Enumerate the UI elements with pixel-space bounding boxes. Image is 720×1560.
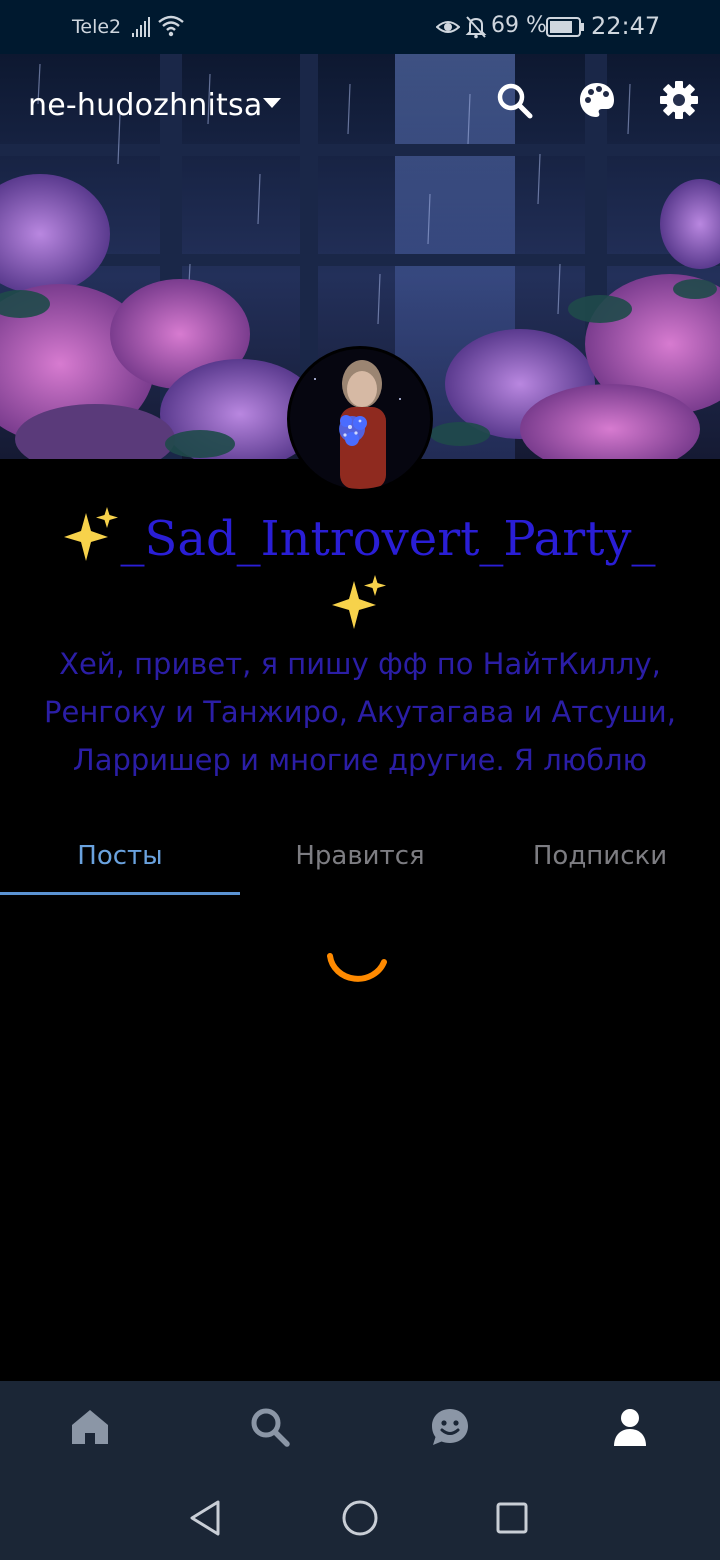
- chat-icon[interactable]: [429, 1406, 471, 1448]
- home-circle-icon[interactable]: [340, 1498, 380, 1538]
- profile-title: _Sad_Introvert_Party_: [30, 505, 690, 641]
- account-icon[interactable]: [609, 1406, 651, 1448]
- search-icon[interactable]: [494, 80, 534, 120]
- sparkles-icon: [332, 575, 386, 629]
- loading-spinner: [327, 953, 387, 982]
- profile-description: Хей, привет, я пишу фф по НайтКиллу, Рен…: [40, 640, 680, 784]
- wifi-icon: [158, 15, 184, 37]
- settings-icon[interactable]: [659, 80, 699, 120]
- status-bar: Tele2 69 % 22:47: [0, 0, 720, 54]
- signal-icon: [132, 17, 150, 37]
- description-line: Хей, привет, я пишу фф по НайтКиллу,: [59, 647, 661, 681]
- back-icon[interactable]: [186, 1498, 226, 1538]
- tab-indicator: [0, 892, 240, 895]
- tab-likes[interactable]: Нравится: [240, 820, 480, 892]
- profile-tabs: Посты Нравится Подписки: [0, 820, 720, 896]
- recents-icon[interactable]: [492, 1498, 532, 1538]
- carrier-label: Tele2: [72, 16, 122, 38]
- chevron-down-icon[interactable]: [262, 96, 282, 110]
- home-icon[interactable]: [69, 1406, 111, 1448]
- profile-title-text: _Sad_Introvert_Party_: [120, 511, 656, 567]
- palette-icon[interactable]: [577, 80, 617, 120]
- clock: 22:47: [591, 12, 661, 40]
- blog-name-selector[interactable]: ne-hudozhnitsa: [28, 88, 262, 123]
- battery-percent: 69 %: [491, 13, 547, 38]
- sparkles-icon: [64, 507, 119, 561]
- tab-posts[interactable]: Посты: [0, 820, 240, 892]
- description-line: Ларришер и многие другие. Я люблю: [72, 743, 648, 777]
- tab-following[interactable]: Подписки: [480, 820, 720, 892]
- eye-icon: [436, 21, 460, 33]
- battery-icon: [546, 17, 584, 37]
- bell-muted-icon: [465, 16, 487, 39]
- search-icon[interactable]: [249, 1406, 291, 1448]
- description-line: Ренгоку и Танжиро, Акутагава и Атсуши,: [43, 695, 676, 729]
- avatar[interactable]: [287, 346, 433, 492]
